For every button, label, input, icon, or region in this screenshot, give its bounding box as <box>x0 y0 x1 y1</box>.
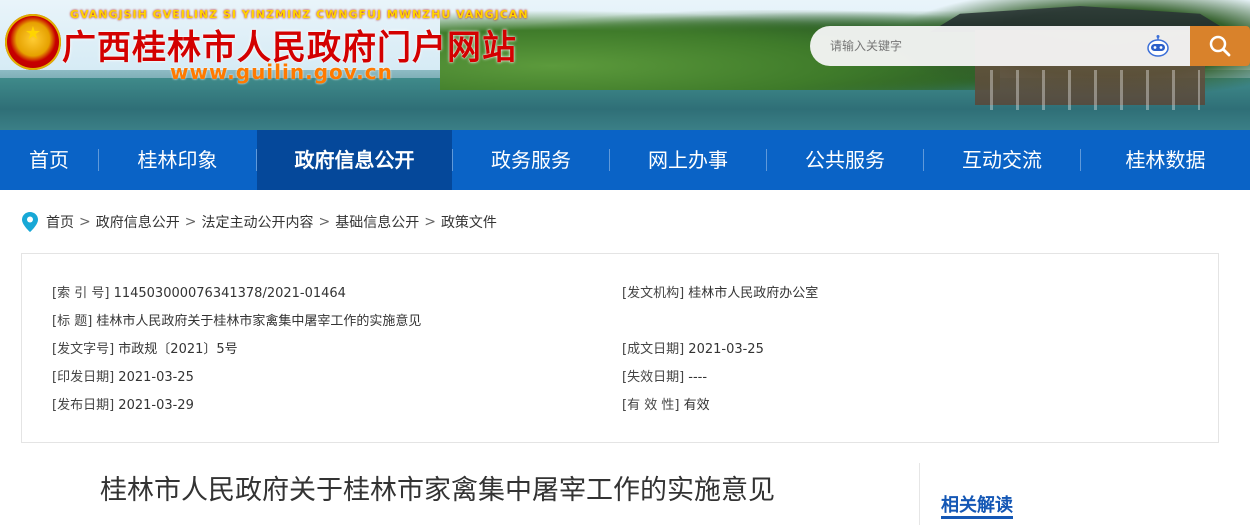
breadcrumb-separator: > <box>184 214 197 230</box>
breadcrumb-basic-info[interactable]: 基础信息公开 <box>335 212 419 232</box>
nav-item-gov-services[interactable]: 政务服务 <box>453 130 609 190</box>
article-title: 桂林市人民政府关于桂林市家禽集中屠宰工作的实施意见 <box>100 475 775 506</box>
metadata-row-issue-date: [印发日期] 2021-03-25 <box>52 368 421 396</box>
breadcrumb-separator: > <box>318 214 331 230</box>
metadata-row-written-date: [成文日期] 2021-03-25 <box>622 340 818 368</box>
metadata-value: 2021-03-25 <box>118 370 194 385</box>
metadata-label: [索 引 号] <box>52 286 110 301</box>
related-interpretation-heading[interactable]: 相关解读 <box>941 491 1013 517</box>
metadata-row-index-number: [索 引 号] 114503000076341378/2021-01464 <box>52 284 421 312</box>
breadcrumb: 首页 > 政府信息公开 > 法定主动公开内容 > 基础信息公开 > 政策文件 <box>22 210 497 234</box>
metadata-value: 桂林市人民政府办公室 <box>688 286 819 301</box>
metadata-row-title: [标 题] 桂林市人民政府关于桂林市家禽集中屠宰工作的实施意见 <box>52 312 421 340</box>
metadata-row-issuing-agency: [发文机构] 桂林市人民政府办公室 <box>622 284 818 312</box>
site-url[interactable]: www.guilin.gov.cn <box>170 60 393 84</box>
metadata-right-column: [发文机构] 桂林市人民政府办公室 [成文日期] 2021-03-25 [失效日… <box>622 284 818 424</box>
metadata-label: [标 题] <box>52 314 93 329</box>
site-header: ★ GVANGJSIH GVEILINZ SI YINZMINZ CWNGFUJ… <box>0 0 1250 130</box>
metadata-label: [成文日期] <box>622 342 685 357</box>
metadata-row-empty <box>622 312 818 340</box>
metadata-left-column: [索 引 号] 114503000076341378/2021-01464 [标… <box>52 284 421 424</box>
metadata-label: [发布日期] <box>52 398 115 413</box>
metadata-row-expiry-date: [失效日期] ---- <box>622 368 818 396</box>
nav-item-gov-info-disclosure[interactable]: 政府信息公开 <box>257 130 452 190</box>
breadcrumb-separator: > <box>424 214 436 230</box>
metadata-label: [发文机构] <box>622 286 685 301</box>
search-button[interactable] <box>1190 26 1250 66</box>
metadata-label: [失效日期] <box>622 370 685 385</box>
pavilion-posts <box>990 70 1200 110</box>
metadata-label: [印发日期] <box>52 370 115 385</box>
related-heading-underline <box>941 516 1013 519</box>
nav-item-public-services[interactable]: 公共服务 <box>767 130 923 190</box>
metadata-value: ---- <box>688 370 708 385</box>
metadata-value: 桂林市人民政府关于桂林市家禽集中屠宰工作的实施意见 <box>96 314 422 329</box>
breadcrumb-policy-docs[interactable]: 政策文件 <box>441 212 497 232</box>
national-emblem-icon: ★ <box>5 14 61 70</box>
main-nav: 首页 桂林印象 政府信息公开 政务服务 网上办事 公共服务 互动交流 桂林数据 <box>0 130 1250 190</box>
metadata-label: [发文字号] <box>52 342 115 357</box>
document-metadata-panel: [索 引 号] 114503000076341378/2021-01464 [标… <box>21 253 1219 443</box>
search-bar <box>810 26 1250 66</box>
metadata-value: 114503000076341378/2021-01464 <box>113 286 346 301</box>
nav-item-online-affairs[interactable]: 网上办事 <box>610 130 766 190</box>
metadata-value: 2021-03-29 <box>118 398 194 413</box>
nav-item-guilin-data[interactable]: 桂林数据 <box>1081 130 1250 190</box>
metadata-value: 有效 <box>683 398 710 413</box>
search-icon <box>1209 35 1231 57</box>
robot-assistant-icon[interactable] <box>1146 35 1170 57</box>
metadata-row-doc-number: [发文字号] 市政规〔2021〕5号 <box>52 340 421 368</box>
breadcrumb-gov-info[interactable]: 政府信息公开 <box>96 212 180 232</box>
metadata-value: 2021-03-25 <box>688 342 764 357</box>
search-input[interactable] <box>810 26 1190 66</box>
metadata-label: [有 效 性] <box>622 398 680 413</box>
metadata-value: 市政规〔2021〕5号 <box>118 342 238 357</box>
content-sidebar-divider <box>919 463 920 525</box>
nav-item-home[interactable]: 首页 <box>0 130 98 190</box>
metadata-row-publish-date: [发布日期] 2021-03-29 <box>52 396 421 424</box>
breadcrumb-statutory-content[interactable]: 法定主动公开内容 <box>201 212 313 232</box>
location-pin-icon <box>22 212 38 232</box>
metadata-row-validity: [有 效 性] 有效 <box>622 396 818 424</box>
nav-item-interaction[interactable]: 互动交流 <box>924 130 1080 190</box>
breadcrumb-home[interactable]: 首页 <box>46 212 74 232</box>
breadcrumb-separator: > <box>79 214 91 230</box>
nav-item-guilin-impression[interactable]: 桂林印象 <box>99 130 256 190</box>
